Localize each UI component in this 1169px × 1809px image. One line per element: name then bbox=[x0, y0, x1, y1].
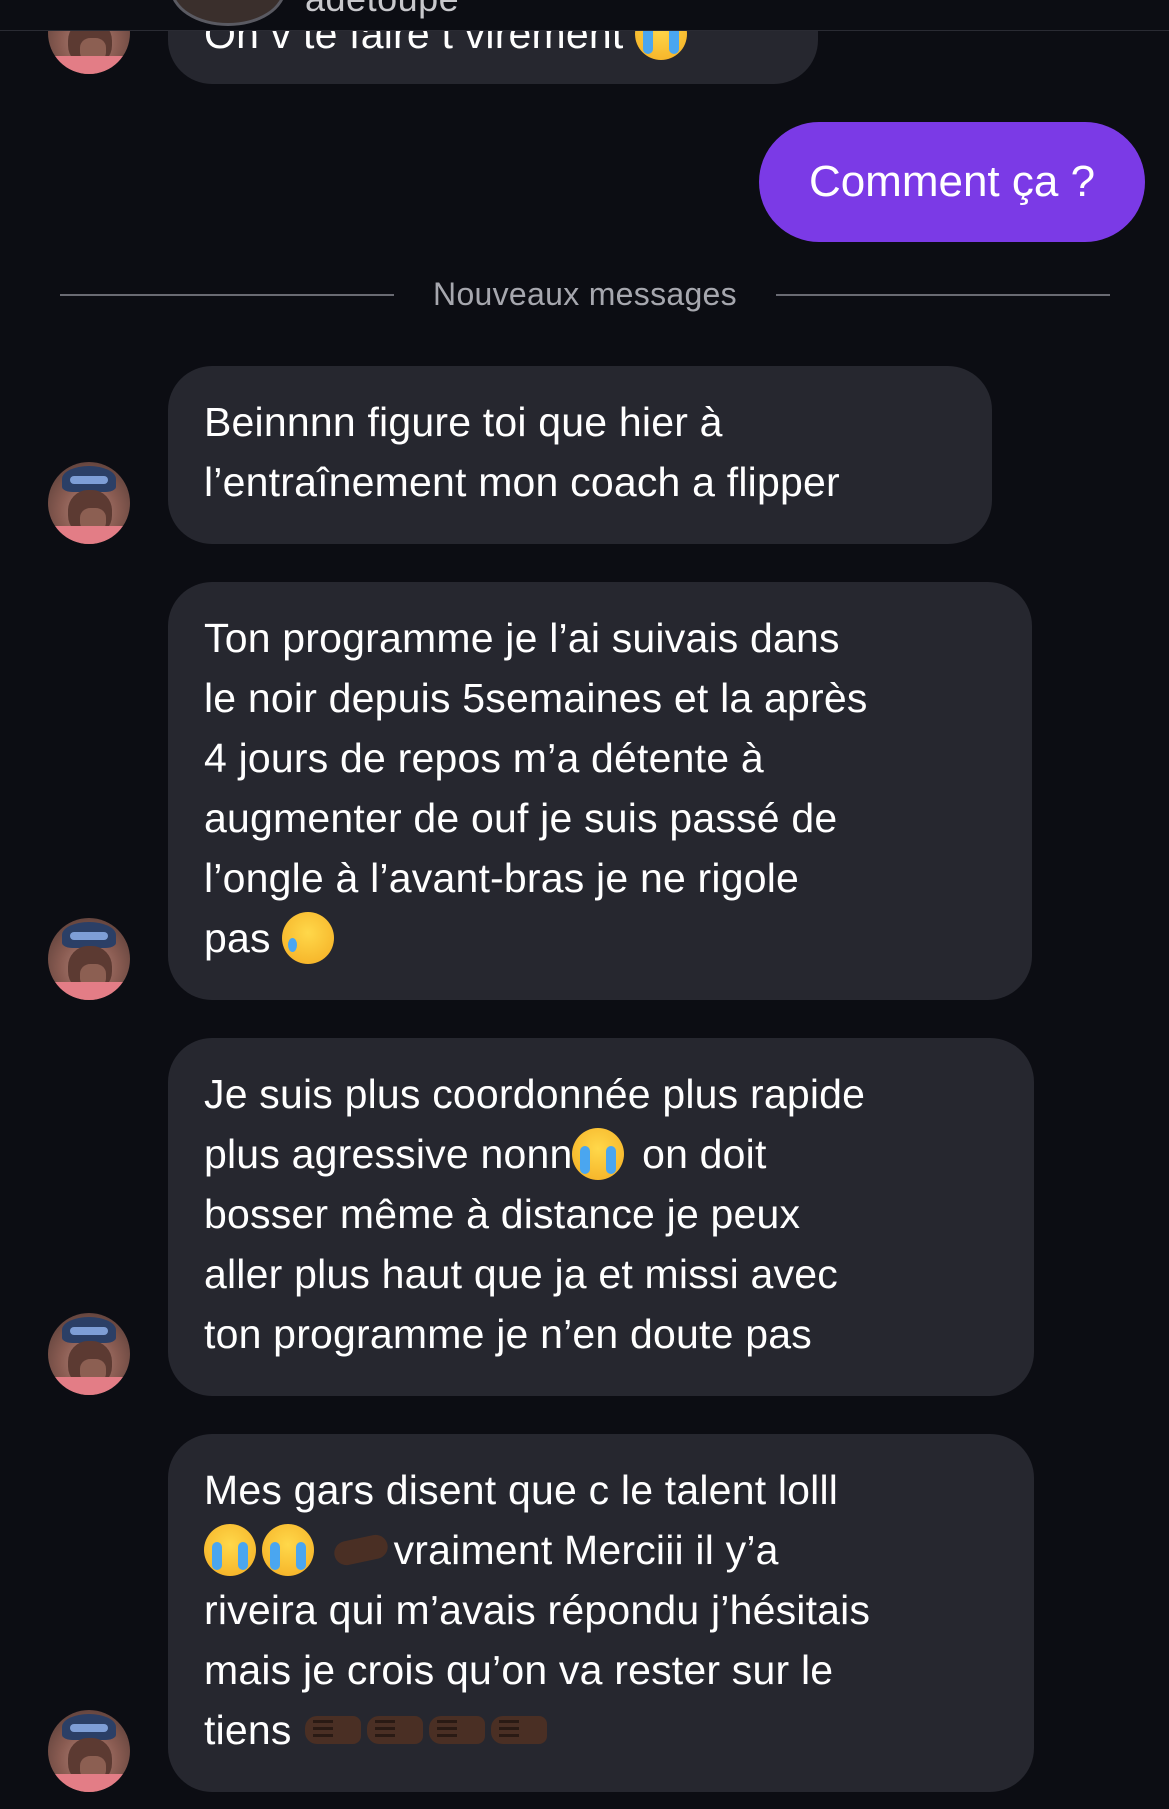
fist-bump-icon bbox=[365, 1710, 425, 1750]
message-line: l’ongle à l’avant-bras je ne rigole bbox=[204, 855, 800, 901]
loudly-crying-face-icon bbox=[262, 1524, 314, 1577]
chat-screen: adetoupe On v te faire t virement Commen… bbox=[0, 0, 1169, 1809]
divider-line-right bbox=[776, 294, 1110, 296]
fist-bump-icon bbox=[489, 1710, 549, 1750]
message-line: Beinnnn figure toi que hier à bbox=[204, 399, 723, 445]
loudly-crying-face-icon bbox=[572, 1128, 625, 1181]
message-line: plus agressive nonn on doit bbox=[204, 1124, 998, 1184]
header-username[interactable]: adetoupe bbox=[305, 0, 459, 20]
sender-avatar[interactable] bbox=[48, 1313, 130, 1395]
message-line: bosser même à distance je peux bbox=[204, 1191, 801, 1237]
new-messages-divider: Nouveaux messages bbox=[60, 268, 1110, 322]
received-message-bubble[interactable]: Je suis plus coordonnée plus rapide plus… bbox=[168, 1038, 1034, 1396]
received-message-bubble[interactable]: Ton programme je l’ai suivais dans le no… bbox=[168, 582, 1032, 1000]
message-line: tiens bbox=[204, 1700, 998, 1760]
message-line: 4 jours de repos m’a détente à bbox=[204, 735, 764, 781]
message-line: Je suis plus coordonnée plus rapide bbox=[204, 1071, 866, 1117]
fist-bump-icon bbox=[303, 1710, 363, 1750]
message-line: vraiment Merciii il y’a bbox=[204, 1520, 998, 1580]
chat-header: adetoupe bbox=[0, 0, 1169, 31]
message-line: riveira qui m’avais répondu j’hésitais bbox=[204, 1587, 871, 1633]
message-line: ton programme je n’en doute pas bbox=[204, 1311, 812, 1357]
fist-bump-icon bbox=[427, 1710, 487, 1750]
sent-message-bubble[interactable]: Comment ça ? bbox=[759, 122, 1145, 242]
loudly-crying-face-icon bbox=[204, 1524, 256, 1577]
message-line: augmenter de ouf je suis passé de bbox=[204, 795, 838, 841]
sender-avatar[interactable] bbox=[48, 1710, 130, 1792]
message-line: l’entraînement mon coach a flipper bbox=[204, 459, 840, 505]
handshake-icon bbox=[332, 1530, 390, 1570]
message-line: Ton programme je l’ai suivais dans bbox=[204, 615, 840, 661]
message-line: Mes gars disent que c le talent lolll bbox=[204, 1467, 839, 1513]
received-message-bubble[interactable]: Mes gars disent que c le talent lolll vr… bbox=[168, 1434, 1034, 1792]
sender-avatar[interactable] bbox=[48, 918, 130, 1000]
message-line: mais je crois qu’on va rester sur le bbox=[204, 1647, 834, 1693]
message-line: pas bbox=[204, 908, 996, 968]
header-avatar[interactable] bbox=[170, 0, 286, 26]
received-message-bubble[interactable]: Beinnnn figure toi que hier à l’entraîne… bbox=[168, 366, 992, 544]
message-line: aller plus haut que ja et missi avec bbox=[204, 1251, 838, 1297]
sender-avatar[interactable] bbox=[48, 462, 130, 544]
sad-but-relieved-face-icon bbox=[282, 912, 335, 965]
message-line: le noir depuis 5semaines et la après bbox=[204, 675, 868, 721]
